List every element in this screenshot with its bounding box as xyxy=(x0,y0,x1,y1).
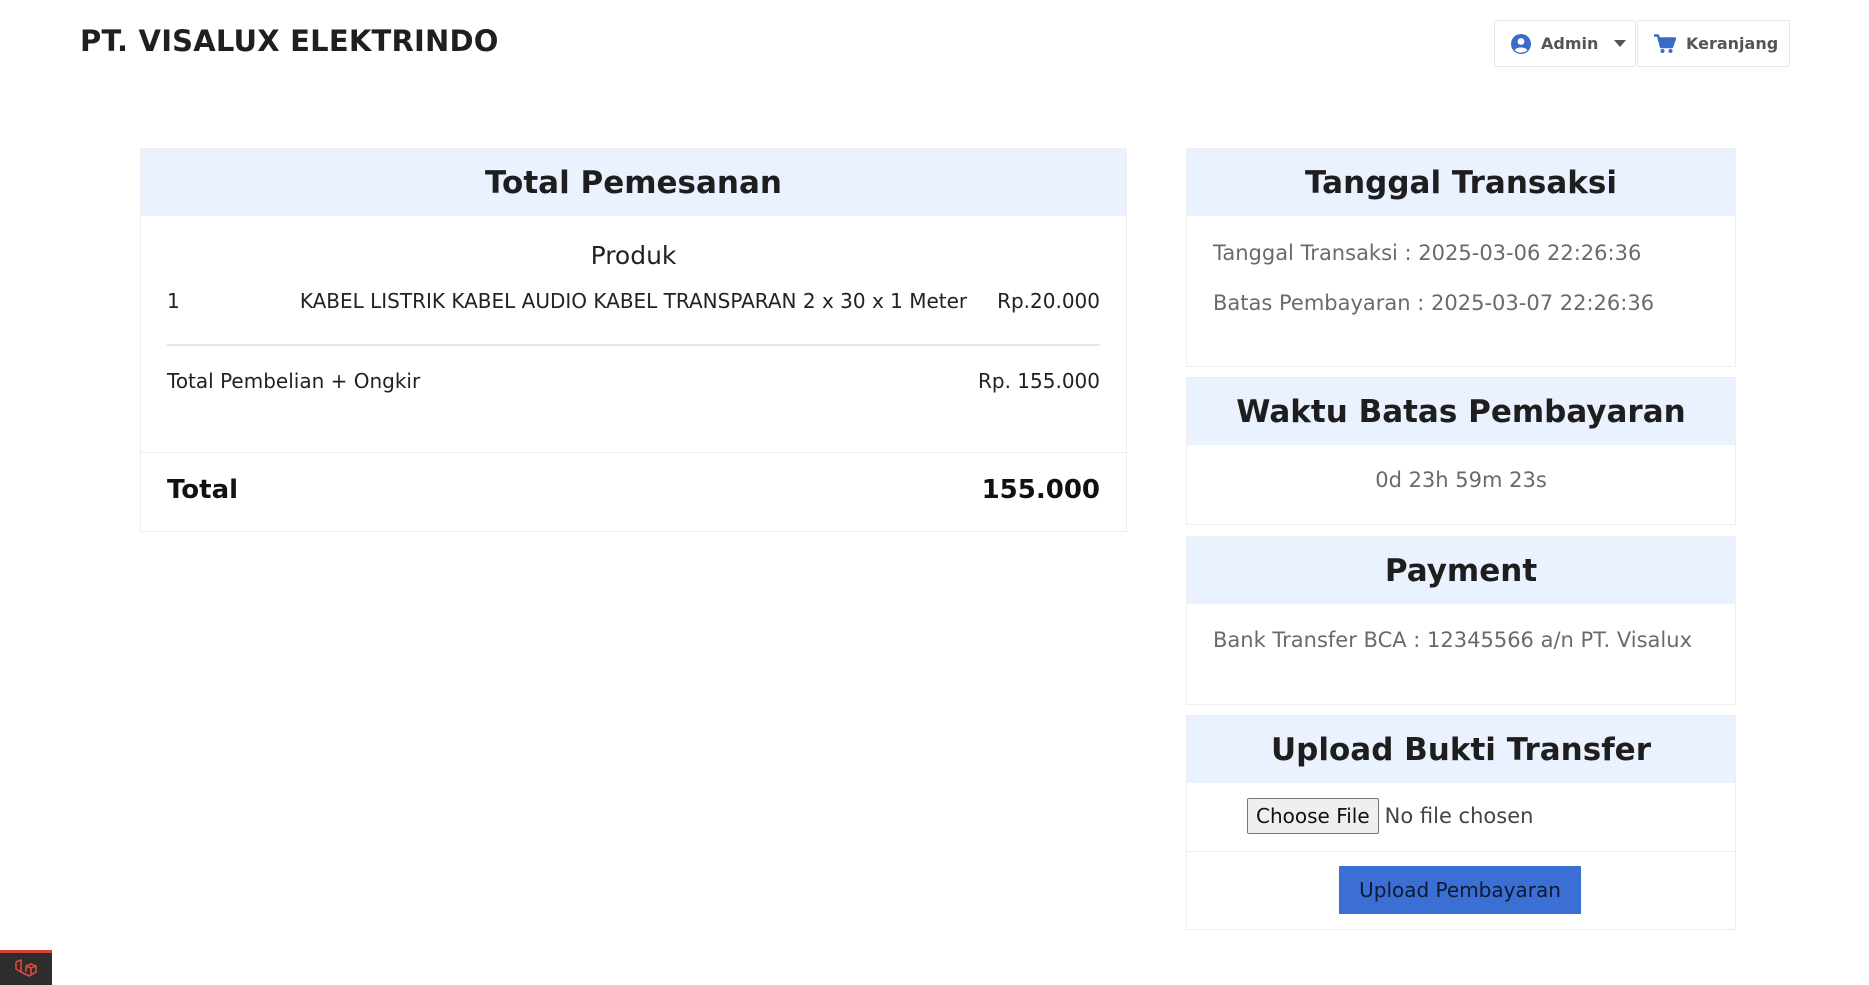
divider xyxy=(1187,851,1735,852)
navbar: PT. VISALUX ELEKTRINDO Admin Keranjang xyxy=(0,0,1869,90)
subtotal-value: Rp. 155.000 xyxy=(977,369,1100,393)
payment-deadline-text: Batas Pembayaran : 2025-03-07 22:26:36 xyxy=(1213,291,1655,315)
subtotal-label: Total Pembelian + Ongkir xyxy=(167,369,421,393)
cart-button[interactable]: Keranjang xyxy=(1637,20,1790,67)
payment-deadline-title: Waktu Batas Pembayaran xyxy=(1187,378,1735,445)
user-menu-button[interactable]: Admin xyxy=(1494,20,1636,67)
brand-title[interactable]: PT. VISALUX ELEKTRINDO xyxy=(80,24,499,58)
payment-title: Payment xyxy=(1187,537,1735,604)
choose-file-button[interactable]: Choose File xyxy=(1247,798,1379,834)
total-row: Total 155.000 xyxy=(167,475,1100,505)
total-label: Total xyxy=(167,475,239,505)
product-name: KABEL LISTRIK KABEL AUDIO KABEL TRANSPAR… xyxy=(299,289,968,313)
upload-proof-title: Upload Bukti Transfer xyxy=(1187,716,1735,783)
order-summary-title: Total Pemesanan xyxy=(141,149,1126,216)
transaction-date-card: Tanggal Transaksi Tanggal Transaksi : 20… xyxy=(1186,148,1736,367)
upload-proof-card: Upload Bukti Transfer Choose File No fil… xyxy=(1186,715,1736,930)
shopping-cart-icon xyxy=(1654,33,1676,53)
caret-down-icon xyxy=(1614,40,1627,47)
user-circle-icon xyxy=(1511,33,1531,54)
product-number: 1 xyxy=(167,289,180,313)
debugbar-toggle[interactable] xyxy=(0,950,52,985)
product-row: KABEL LISTRIK KABEL AUDIO KABEL TRANSPAR… xyxy=(167,289,1100,319)
cart-label: Keranjang xyxy=(1686,34,1779,53)
payment-method-text: Bank Transfer BCA : 12345566 a/n PT. Vis… xyxy=(1213,628,1692,652)
divider xyxy=(167,344,1100,346)
product-price: Rp.20.000 xyxy=(997,289,1100,313)
payment-card: Payment Bank Transfer BCA : 12345566 a/n… xyxy=(1186,536,1736,705)
transaction-date-title: Tanggal Transaksi xyxy=(1187,149,1735,216)
subtotal-row: Total Pembelian + Ongkir Rp. 155.000 xyxy=(167,369,1100,393)
countdown-timer: 0d 23h 59m 23s xyxy=(1375,468,1547,492)
upload-payment-button[interactable]: Upload Pembayaran xyxy=(1339,866,1581,914)
order-summary-card: Total Pemesanan Produk KABEL LISTRIK KAB… xyxy=(140,148,1127,532)
transaction-date-text: Tanggal Transaksi : 2025-03-06 22:26:36 xyxy=(1213,241,1642,265)
product-heading: Produk xyxy=(590,241,677,270)
divider xyxy=(141,452,1126,453)
user-name-label: Admin xyxy=(1541,34,1599,53)
payment-deadline-card: Waktu Batas Pembayaran 0d 23h 59m 23s xyxy=(1186,377,1736,525)
total-value: 155.000 xyxy=(981,475,1100,505)
file-input[interactable]: Choose File No file chosen xyxy=(1247,798,1533,834)
laravel-logo-icon xyxy=(15,959,37,977)
file-status-text: No file chosen xyxy=(1384,804,1534,828)
